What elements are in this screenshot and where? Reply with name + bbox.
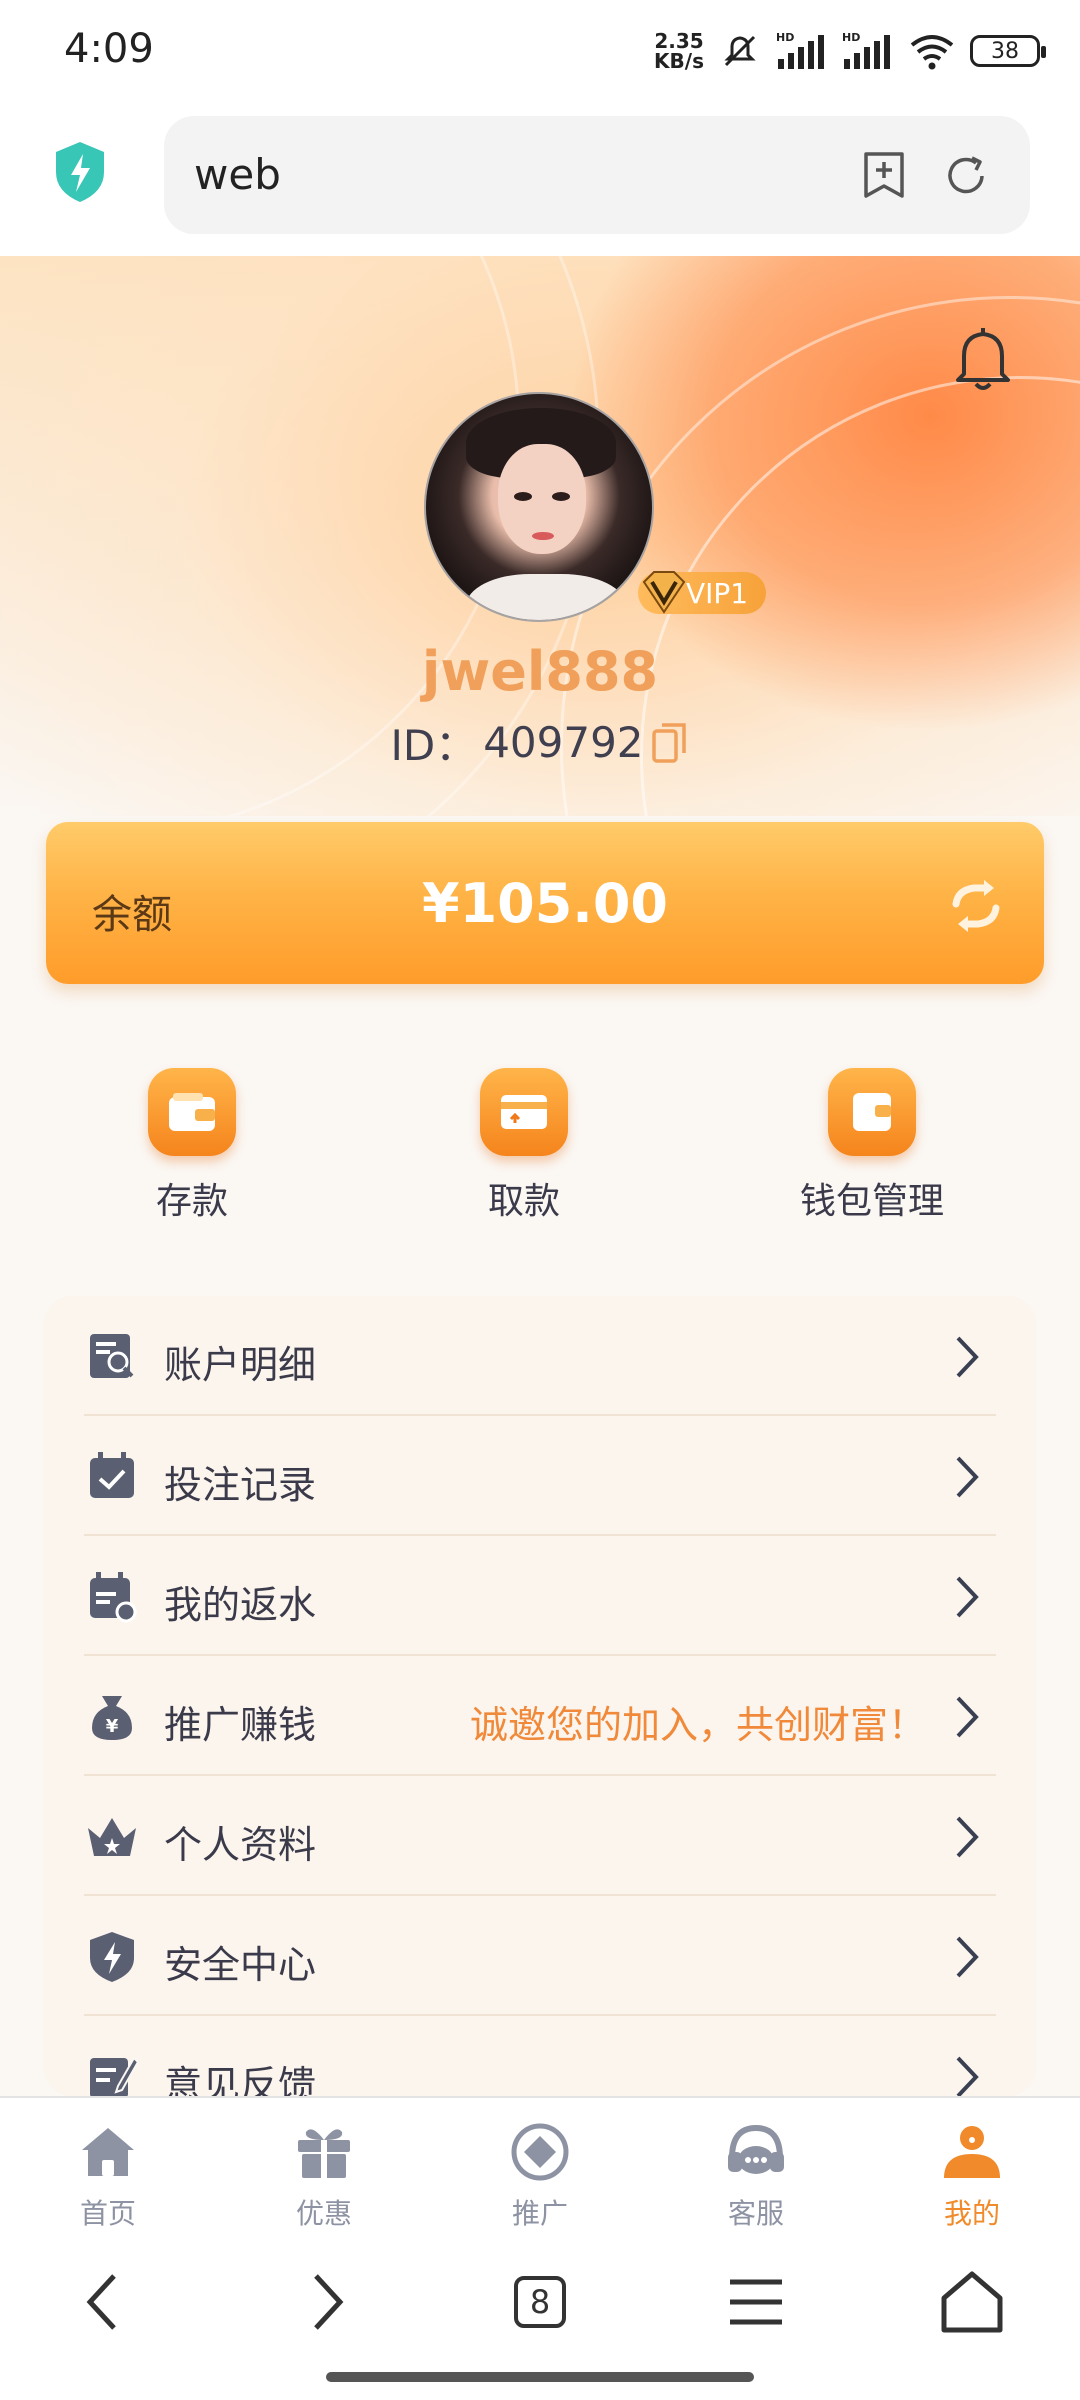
url-input[interactable]: web [164, 116, 1030, 234]
bookmark-add-icon[interactable] [860, 150, 908, 200]
tab-mine[interactable]: 我的 [902, 2120, 1042, 2232]
battery-icon: 38 [970, 35, 1046, 67]
chevron-right-icon [956, 1816, 979, 1858]
status-bar: 4:09 2.35 KB/s HD HD 38 [0, 0, 1080, 104]
hd-signal-icon: HD [842, 31, 890, 69]
headset-icon [728, 2124, 784, 2174]
vip-diamond-icon [642, 571, 686, 614]
home-nav-icon[interactable] [932, 2262, 1012, 2342]
wifi-icon [910, 35, 954, 70]
menu-item-profile[interactable]: 个人资料 [84, 1776, 996, 1896]
wallet-manage-label: 钱包管理 [799, 1181, 944, 1222]
user-id-label: ID： [390, 721, 478, 770]
wallet-icon [148, 1068, 236, 1156]
deposit-button[interactable]: 存款 [92, 1068, 292, 1224]
menu-item-security[interactable]: 安全中心 [84, 1896, 996, 2016]
menu-icon[interactable] [716, 2262, 796, 2342]
balance-card: 余额 ¥105.00 [46, 822, 1044, 984]
network-speed: 2.35 KB/s [654, 29, 704, 73]
mute-icon [724, 35, 756, 67]
tab-home[interactable]: 首页 [38, 2120, 178, 2232]
shield-icon[interactable] [52, 140, 108, 204]
refresh-icon[interactable] [948, 878, 1004, 934]
security-shield-icon [90, 1932, 134, 1982]
menu-item-promote-earn[interactable]: ¥ 推广赚钱 诚邀您的加入，共创财富！ [84, 1656, 996, 1776]
svg-text:HD: HD [776, 31, 794, 44]
deposit-label: 存款 [155, 1181, 228, 1222]
tabs-button[interactable]: 8 [500, 2262, 580, 2342]
wallet-manage-button[interactable]: 钱包管理 [772, 1068, 972, 1224]
hd-signal-icon: HD [776, 31, 824, 69]
menu-list: 账户明细 投注记录 我的返水 ¥ 推广赚钱 诚邀您的加入，共创财富！ 个人资料 … [44, 1296, 1036, 2096]
home-indicator[interactable] [326, 2372, 754, 2382]
money-bag-icon: ¥ [92, 1696, 132, 1740]
status-icons: 2.35 KB/s HD HD 38 [654, 26, 1046, 76]
tab-count: 8 [514, 2276, 566, 2328]
browser-address-bar: web [0, 104, 1080, 256]
bet-record-icon [90, 1452, 134, 1498]
withdraw-button[interactable]: 取款 [424, 1068, 624, 1224]
chevron-right-icon [956, 2056, 979, 2096]
tab-customer-service[interactable]: 客服 [686, 2120, 826, 2232]
withdraw-card-icon [480, 1068, 568, 1156]
home-icon [82, 2128, 134, 2176]
copy-icon[interactable] [650, 721, 690, 765]
bell-icon[interactable] [952, 326, 1014, 392]
menu-item-bet-record[interactable]: 投注记录 [84, 1416, 996, 1536]
user-icon [944, 2126, 1000, 2178]
withdraw-label: 取款 [487, 1181, 560, 1222]
username: jwel888 [421, 640, 659, 703]
wallet-manage-icon [828, 1068, 916, 1156]
url-text: web [194, 150, 281, 199]
chevron-right-icon [956, 1696, 979, 1738]
account-detail-icon [90, 1334, 134, 1378]
chevron-right-icon [956, 1336, 979, 1378]
menu-item-feedback[interactable]: 意见反馈 [84, 2016, 996, 2096]
feedback-icon [90, 2056, 140, 2096]
svg-text:¥: ¥ [106, 1716, 119, 1737]
crown-icon [88, 1818, 136, 1856]
menu-item-rebate[interactable]: 我的返水 [84, 1536, 996, 1656]
chevron-right-icon [956, 1456, 979, 1498]
chevron-right-icon [956, 1576, 979, 1618]
gift-icon [298, 2129, 350, 2178]
forward-icon[interactable] [286, 2262, 366, 2342]
back-icon[interactable] [66, 2262, 146, 2342]
promote-slogan: 诚邀您的加入，共创财富！ [469, 1703, 926, 1747]
tab-promote[interactable]: 推广 [470, 2120, 610, 2232]
avatar[interactable] [424, 392, 654, 622]
vip-badge: VIP1 [638, 571, 766, 614]
user-id-value: 409792 [483, 718, 644, 767]
svg-text:HD: HD [842, 31, 860, 44]
status-time: 4:09 [64, 26, 154, 72]
reload-icon[interactable] [942, 152, 990, 200]
promote-icon [511, 2123, 569, 2181]
menu-item-account-detail[interactable]: 账户明细 [84, 1296, 996, 1416]
balance-amount: ¥105.00 [422, 872, 668, 935]
browser-navigation-bar: 8 [0, 2234, 1080, 2400]
tab-offers[interactable]: 优惠 [254, 2120, 394, 2232]
bottom-tab-bar: 首页 优惠 推广 客服 我的 [0, 2096, 1080, 2234]
user-id-row: ID： 409792 [0, 712, 1080, 773]
rebate-icon [90, 1572, 137, 1623]
chevron-right-icon [956, 1936, 979, 1978]
